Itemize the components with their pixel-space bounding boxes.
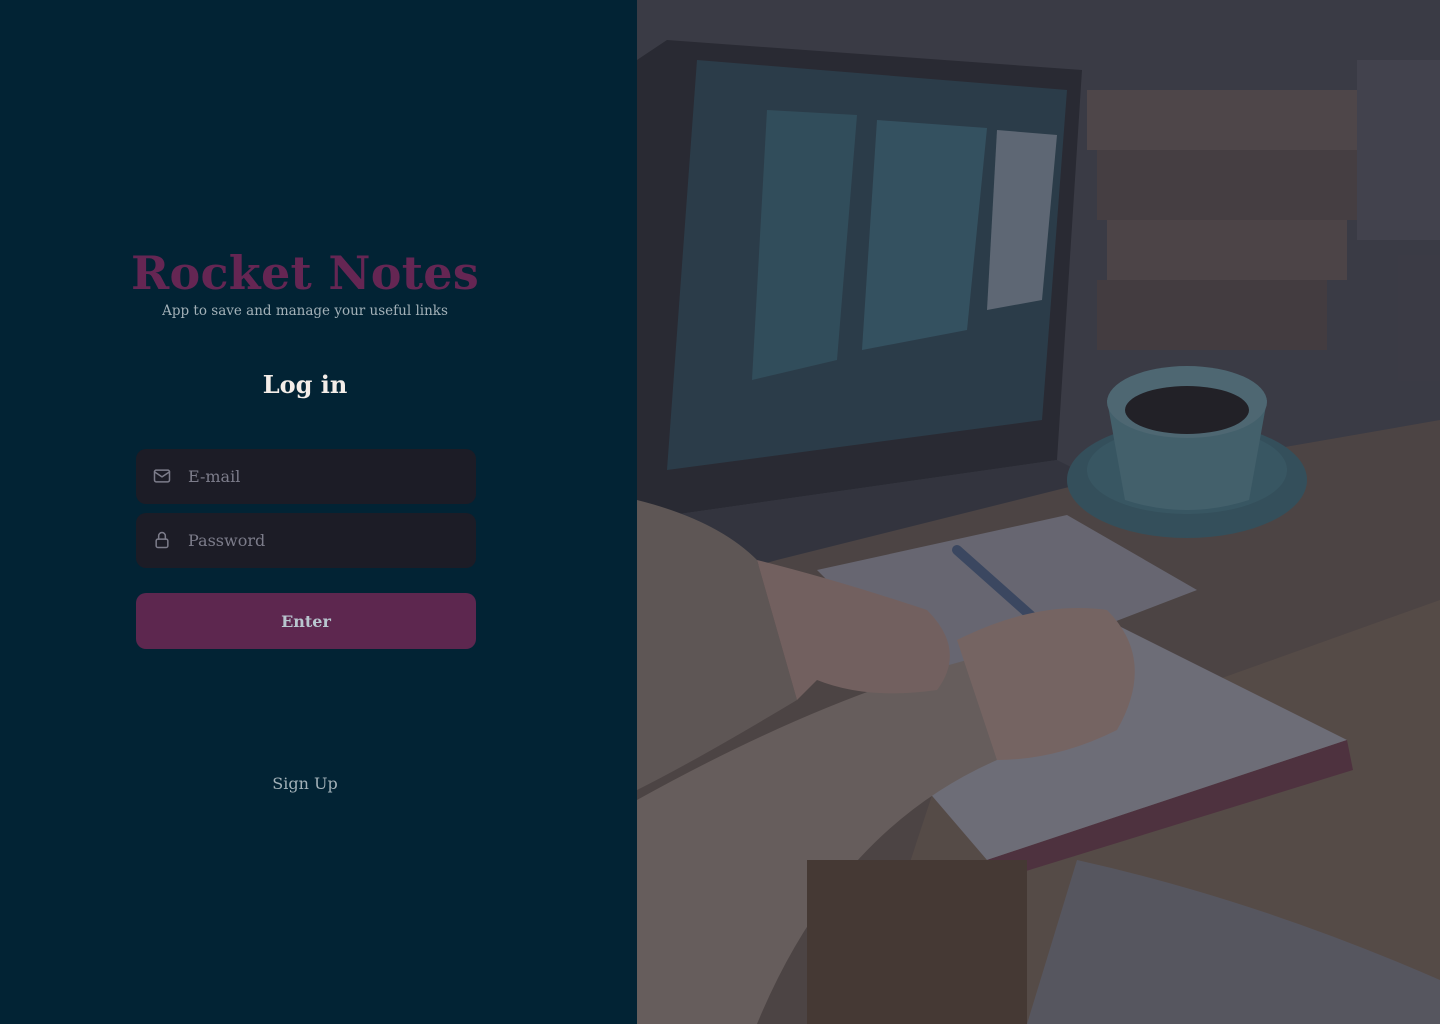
- password-field[interactable]: [136, 513, 476, 568]
- signup-link[interactable]: Sign Up: [0, 774, 610, 793]
- email-input[interactable]: [188, 449, 468, 504]
- enter-button[interactable]: Enter: [136, 593, 476, 649]
- login-panel: Rocket Notes App to save and manage your…: [0, 0, 637, 1024]
- photo-overlay: [637, 0, 1440, 1024]
- password-input[interactable]: [188, 513, 468, 568]
- form-title: Log in: [262, 370, 348, 399]
- app-title: Rocket Notes: [130, 246, 480, 300]
- mail-icon: [152, 466, 172, 486]
- lock-icon: [152, 530, 172, 550]
- login-page: Rocket Notes App to save and manage your…: [0, 0, 1440, 1024]
- email-field[interactable]: [136, 449, 476, 504]
- app-tagline: App to save and manage your useful links: [162, 303, 448, 319]
- background-photo: [637, 0, 1440, 1024]
